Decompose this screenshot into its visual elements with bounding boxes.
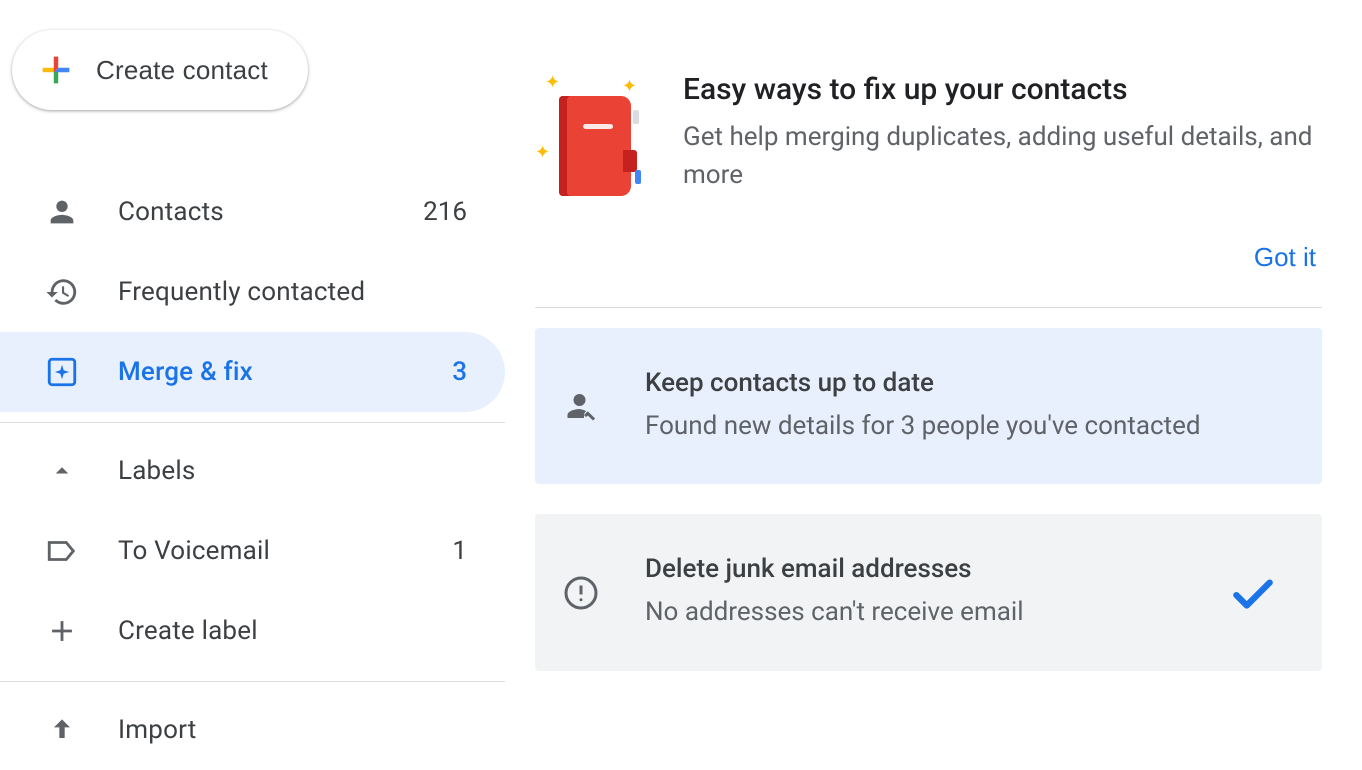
sidebar-create-label[interactable]: Create label	[0, 591, 505, 671]
card-subtitle: No addresses can't receive email	[645, 594, 1182, 630]
label-icon	[42, 531, 82, 571]
hero-subtitle: Get help merging duplicates, adding usef…	[683, 119, 1322, 194]
divider	[0, 681, 505, 682]
plus-color-icon	[36, 50, 76, 90]
card-title: Keep contacts up to date	[645, 368, 1278, 398]
create-contact-label: Create contact	[96, 55, 268, 86]
import-label: Import	[118, 715, 467, 745]
hero-banner: ✦ ✦ ✦ Easy ways to fix up your contacts …	[535, 72, 1322, 212]
chevron-up-icon	[42, 451, 82, 491]
contacts-book-illustration: ✦ ✦ ✦	[535, 72, 647, 212]
card-delete-junk[interactable]: Delete junk email addresses No addresses…	[535, 514, 1322, 670]
sidebar-item-frequently-contacted[interactable]: Frequently contacted	[0, 252, 505, 332]
history-icon	[42, 272, 82, 312]
sparkle-box-icon	[42, 352, 82, 392]
alert-circle-icon	[563, 575, 599, 611]
sidebar-item-label: Frequently contacted	[118, 277, 467, 307]
sidebar-item-merge-fix[interactable]: Merge & fix 3	[0, 332, 505, 412]
sidebar-item-count: 216	[423, 197, 467, 227]
labels-header-label: Labels	[118, 456, 467, 486]
plus-icon	[42, 611, 82, 651]
nav-section: Contacts 216 Frequently contacted Merge …	[0, 172, 505, 770]
divider	[535, 307, 1322, 308]
sidebar-import[interactable]: Import	[0, 690, 505, 770]
sidebar-item-count: 3	[452, 357, 467, 387]
sidebar-label-text: To Voicemail	[118, 536, 452, 566]
sidebar: Create contact Contacts 216 Frequently c…	[0, 0, 505, 758]
sidebar-label-count: 1	[452, 536, 467, 566]
person-check-icon	[563, 388, 599, 424]
sidebar-labels-header[interactable]: Labels	[0, 431, 505, 511]
sparkle-icon: ✦	[535, 142, 550, 163]
sidebar-item-contacts[interactable]: Contacts 216	[0, 172, 505, 252]
sidebar-label-to-voicemail[interactable]: To Voicemail 1	[0, 511, 505, 591]
hero-title: Easy ways to fix up your contacts	[683, 72, 1322, 107]
upload-icon	[42, 710, 82, 750]
card-keep-up-to-date[interactable]: Keep contacts up to date Found new detai…	[535, 328, 1322, 484]
got-it-button[interactable]: Got it	[1248, 232, 1322, 283]
sparkle-icon: ✦	[622, 76, 637, 97]
hero-text: Easy ways to fix up your contacts Get he…	[683, 72, 1322, 194]
create-contact-button[interactable]: Create contact	[12, 30, 308, 110]
sparkle-icon: ✦	[545, 72, 560, 93]
create-label-text: Create label	[118, 616, 467, 646]
person-icon	[42, 192, 82, 232]
divider	[0, 422, 505, 423]
sidebar-item-label: Contacts	[118, 197, 423, 227]
card-title: Delete junk email addresses	[645, 554, 1182, 584]
sidebar-item-label: Merge & fix	[118, 357, 452, 387]
card-subtitle: Found new details for 3 people you've co…	[645, 408, 1278, 444]
check-icon	[1228, 568, 1278, 618]
main-content: ✦ ✦ ✦ Easy ways to fix up your contacts …	[505, 0, 1362, 758]
